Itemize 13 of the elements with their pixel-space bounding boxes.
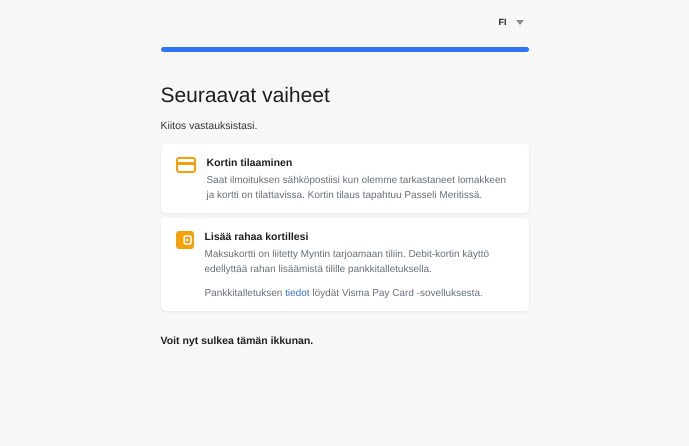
card-text: Pankkitalletuksen tiedot löydät Visma Pay Card -sovelluksesta.	[204, 287, 484, 302]
credit-card-icon	[176, 157, 196, 174]
wallet-icon	[176, 231, 194, 250]
card-text: Saat ilmoituksen sähköpostiisi kun olemme tarkastaneet lomakkeen ja kortti on tilattavissa. Kortin tilaus tapahtuu Passeli Meritissä.	[206, 174, 508, 204]
card-title: Lisää rahaa kortillesi	[204, 230, 310, 246]
closing-note: Voit nyt sulkea tämän ikkunan.	[160, 334, 314, 350]
page-heading: Seuraavat vaiheet	[160, 82, 331, 108]
subtitle: Kiitos vastauksistasi.	[160, 118, 258, 134]
details-link[interactable]: tiedot	[285, 288, 310, 300]
card-title: Kortin tilaaminen	[206, 156, 294, 172]
card-text: Maksukortti on liitetty Myntin tarjoamaan tiliin. Debit-kortin käyttö edellyttää rahan lisäämistä tilille pankkitalletuksella.	[204, 248, 490, 278]
language-selector[interactable]: FI	[498, 16, 524, 30]
caret-icon	[516, 20, 524, 26]
